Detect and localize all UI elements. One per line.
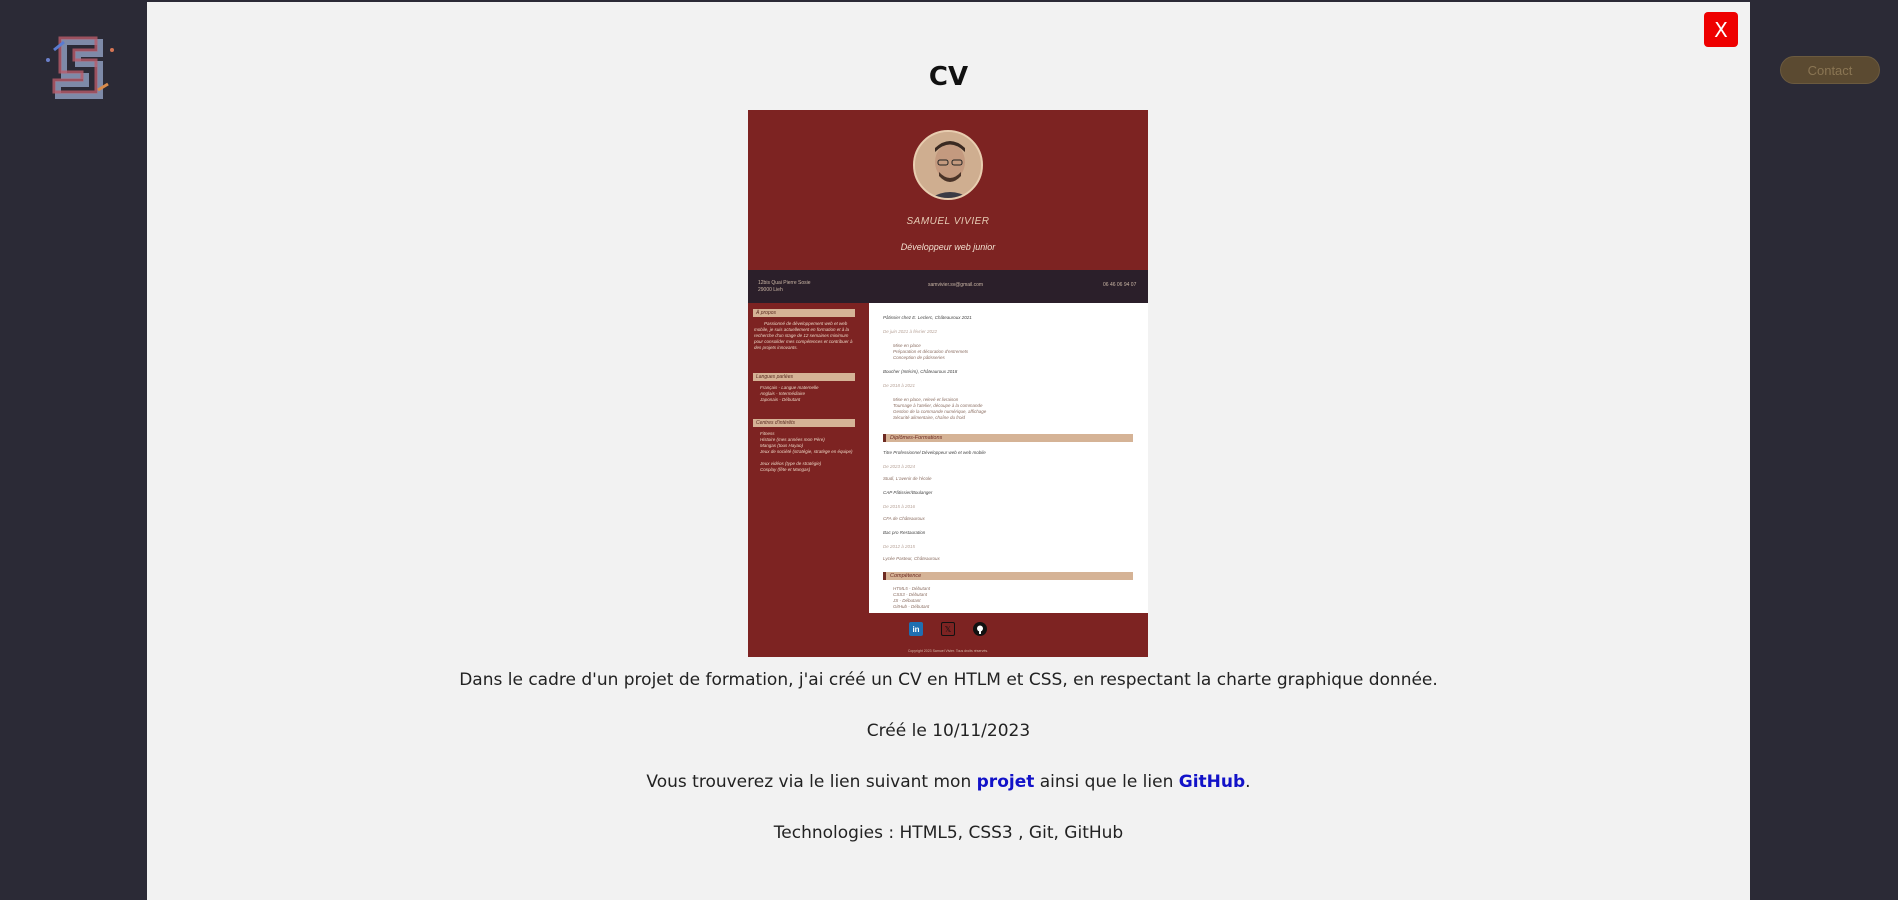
cv-formation-place: Studi, L'avenir de l'école: [883, 476, 932, 481]
cv-phone: 06 46 06 94 07: [1103, 282, 1137, 288]
cv-right-column: Pâtissier chez E. Leclerc, Châteauroux 2…: [869, 303, 1148, 613]
cv-formation-date: De 2023 à 2024: [883, 464, 916, 469]
cv-formation-title: Bac pro Restauration: [883, 530, 926, 535]
cv-formations-title: Diplômes-Formations: [883, 434, 1133, 442]
cv-about-title: À propos: [753, 309, 855, 317]
cv-exp-title: Boucher (Intérim), Châteauroux 2018: [883, 369, 958, 374]
cv-formation-title: Titre Professionnel Développeur web et w…: [883, 450, 986, 455]
links-prefix: Vous trouverez via le lien suivant mon: [646, 772, 977, 792]
cv-formation-place: CFA de Châteauroux: [883, 516, 925, 521]
creation-date: Créé le 10/11/2023: [866, 721, 1031, 741]
cv-skill-item: GitHub - Débutant: [893, 604, 930, 609]
project-modal: X CV SAMUEL VIVIER Développeur web junio…: [147, 2, 1750, 900]
cv-copyright: Copyright 2023 Samuel Vivier. Tous droit…: [907, 649, 989, 653]
close-button[interactable]: X: [1704, 12, 1738, 47]
links-suffix: .: [1245, 772, 1251, 792]
cv-about-text: Passionné de développement web et web mo…: [754, 321, 853, 350]
cv-interests-title: Centres d'intérêts: [753, 419, 855, 427]
cv-left-column: À propos Passionné de développement web …: [748, 303, 869, 613]
cv-languages-title: Langues parlées: [753, 373, 855, 381]
cv-address: 12bis Quai Pierre Sosie 29000 Lieh: [758, 280, 811, 293]
cv-interest-item: Jeux de société (stratégie, stratège en …: [760, 449, 853, 454]
cv-interest-item: Cosplay (fête et Mangas): [760, 467, 811, 472]
cv-exp-title: Pâtissier chez E. Leclerc, Châteauroux 2…: [883, 315, 972, 320]
cv-preview-image: SAMUEL VIVIER Développeur web junior 12b…: [748, 110, 1148, 657]
cv-header: SAMUEL VIVIER Développeur web junior: [748, 110, 1148, 270]
cv-formation-date: De 2012 à 2015: [883, 544, 916, 549]
cv-contact-bar: 12bis Quai Pierre Sosie 29000 Lieh samvi…: [748, 270, 1148, 303]
contact-button[interactable]: Contact: [1780, 56, 1880, 84]
cv-skills-title: Compétence: [883, 572, 1133, 580]
cv-job-title: Développeur web junior: [900, 242, 996, 252]
linkedin-icon: in: [909, 622, 923, 636]
project-description: Dans le cadre d'un projet de formation, …: [459, 670, 1438, 690]
brand-logo[interactable]: [34, 20, 126, 112]
cv-formation-title: CAP Pâtissier/Boulanger: [883, 490, 933, 495]
cv-footer: in 𝕏 Copyright 2023 Samuel Vivier. Tous …: [748, 613, 1148, 657]
s-brand-logo-icon: [46, 36, 114, 99]
github-icon: [973, 622, 987, 636]
cv-exp-item: Sécurité alimentaire, chaîne du froid: [893, 415, 966, 420]
cv-formation-place: Lycée Pasteur, Châteauroux: [883, 556, 940, 561]
cv-language-item: Japonais - Débutant: [760, 397, 801, 402]
cv-email: samvivier.sv@gmail.com: [928, 282, 984, 288]
modal-title: CV: [928, 62, 969, 92]
cv-exp-item: Conception de pâtisseries: [893, 355, 945, 360]
cv-avatar: [913, 130, 983, 200]
cv-formation-date: De 2015 à 2016: [883, 504, 916, 509]
x-icon: 𝕏: [941, 622, 955, 636]
cv-exp-date: De 2018 à 2021: [883, 383, 916, 388]
links-middle: ainsi que le lien: [1034, 772, 1179, 792]
project-links: Vous trouverez via le lien suivant mon p…: [147, 772, 1750, 792]
technologies: Technologies : HTML5, CSS3 , Git, GitHub: [773, 823, 1124, 843]
cv-exp-date: De juin 2021 à février 2022: [883, 329, 938, 334]
project-link[interactable]: projet: [977, 772, 1035, 792]
github-link[interactable]: GitHub: [1179, 772, 1245, 792]
cv-name: SAMUEL VIVIER: [906, 216, 990, 227]
